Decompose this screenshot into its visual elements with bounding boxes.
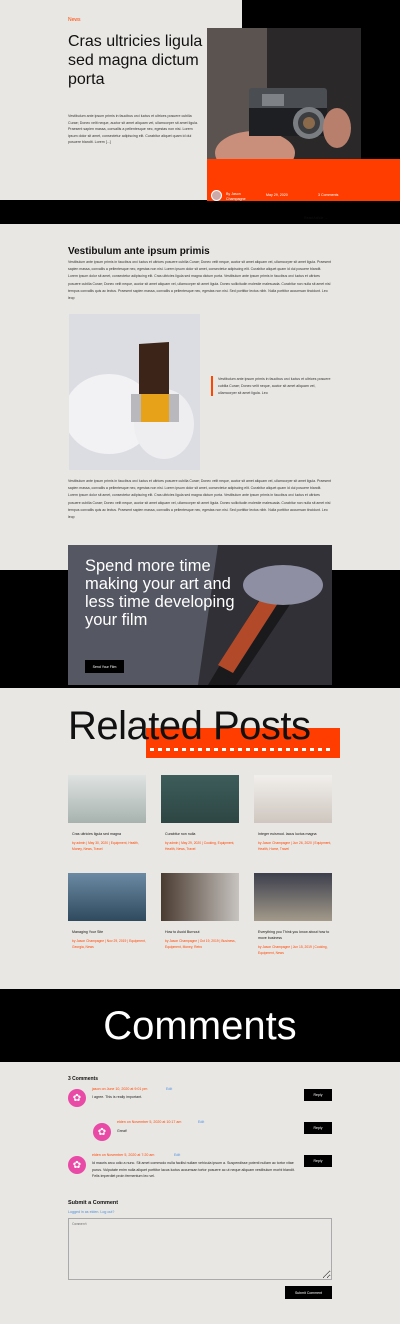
related-post-title[interactable]: How to Avoid Burnout <box>165 930 243 934</box>
pull-quote: Vestibulum ante ipsum primis in faucibus… <box>211 376 331 397</box>
post-excerpt: Vestibulum ante ipsum primis in faucibus… <box>68 114 199 144</box>
read-article-link[interactable]: Read Article → <box>304 216 328 220</box>
comment-text: I agree. This is really important. <box>92 1095 143 1099</box>
film-roll-illustration <box>69 314 200 470</box>
related-post-title[interactable]: Integer euismod. lacus luctus magna <box>258 832 336 836</box>
commenter-avatar: ✿ <box>93 1123 111 1141</box>
commenter-avatar: ✿ <box>68 1089 86 1107</box>
article-paragraph-1: Vestibulum ante ipsum primis in faucibus… <box>68 260 332 301</box>
comments-link[interactable]: 3 Comments <box>318 193 338 197</box>
cta-headline: Spend more time making your art and less… <box>85 557 235 629</box>
related-post-title[interactable]: Cras ultricies ligula sed magna <box>72 832 150 836</box>
author-name[interactable]: By Jason Champagne <box>226 192 260 202</box>
reply-button[interactable]: Reply <box>304 1155 332 1167</box>
post-title: Cras ultricies ligula sed magna dictum p… <box>68 33 203 88</box>
related-post-meta: by Jason Champagne | Nov 29, 2019 | Equi… <box>72 939 146 949</box>
related-post-image[interactable] <box>68 775 146 823</box>
comment-text: Great! <box>117 1129 127 1133</box>
author-avatar[interactable] <box>211 190 222 201</box>
related-post-meta: by admin | May 30, 2020 | Equipment, Hea… <box>72 841 139 851</box>
logged-in-link[interactable]: Logged in as elden. Log out? <box>68 1210 114 1214</box>
related-post-title[interactable]: Managing Your Site <box>72 930 150 934</box>
comment-author[interactable]: jason on June 10, 2020 at 9:01 pm <box>92 1087 147 1091</box>
comment-text: Id mauris arcu odio a nunc. Sit amet com… <box>92 1161 295 1178</box>
submit-comment-button[interactable]: Submit Comment <box>285 1286 332 1299</box>
hero-black-band <box>0 200 400 224</box>
article-paragraph-2: Vestibulum ante ipsum primis in faucibus… <box>68 479 332 520</box>
related-post-meta: by Jason Champagne | Oct 19, 2019 | Busi… <box>165 939 236 949</box>
reply-button[interactable]: Reply <box>304 1122 332 1134</box>
section-heading: Vestibulum ante ipsum primis <box>68 246 210 257</box>
related-post-image[interactable] <box>161 775 239 823</box>
edit-link[interactable]: Edit <box>198 1120 204 1124</box>
comment-author[interactable]: elden on November 5, 2020 at 7:20 am <box>92 1153 154 1157</box>
edit-link[interactable]: Edit <box>166 1087 172 1091</box>
related-post-title[interactable]: Everything you Think you know about how … <box>258 930 336 941</box>
film-roll-photo <box>69 314 200 470</box>
camera-photo <box>207 28 361 159</box>
post-date: May 29, 2020 <box>266 193 288 197</box>
related-post-meta: by admin | May 29, 2020 | Cooking, Equip… <box>165 841 235 851</box>
comment-textarea[interactable] <box>68 1218 332 1280</box>
reply-button[interactable]: Reply <box>304 1089 332 1101</box>
camera-illustration <box>207 28 361 159</box>
submit-comment-heading: Submit a Comment <box>68 1200 119 1206</box>
related-post-image[interactable] <box>254 775 332 823</box>
commenter-avatar: ✿ <box>68 1156 86 1174</box>
hero-section <box>0 0 242 200</box>
comment-author[interactable]: elden on November 5, 2020 at 10:17 am <box>117 1120 181 1124</box>
related-post-image[interactable] <box>68 873 146 921</box>
related-post-title[interactable]: Curabitur non nulla <box>165 832 243 836</box>
related-post-image[interactable] <box>254 873 332 921</box>
category-link[interactable]: News <box>68 17 81 23</box>
comment-count: 3 Comments <box>68 1076 99 1082</box>
related-post-meta: by Jason Champagne | Jun 15, 2019 | Cook… <box>258 945 328 955</box>
edit-link[interactable]: Edit <box>174 1153 180 1157</box>
related-posts-heading: Related Posts <box>68 704 311 748</box>
send-film-button[interactable]: Send Your Film <box>85 660 124 673</box>
related-post-image[interactable] <box>161 873 239 921</box>
comments-heading: Comments <box>103 1004 297 1048</box>
related-post-meta: by Jason Champagne | Jun 26, 2020 | Equi… <box>258 841 332 851</box>
